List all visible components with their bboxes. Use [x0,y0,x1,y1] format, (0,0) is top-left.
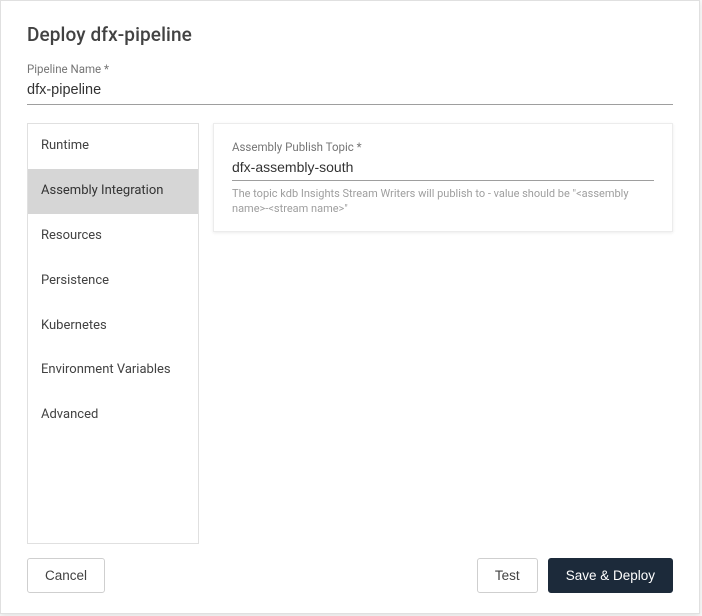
pipeline-name-input[interactable] [27,78,673,105]
assembly-publish-topic-help: The topic kdb Insights Stream Writers wi… [232,187,654,217]
deploy-dialog: Deploy dfx-pipeline Pipeline Name * Runt… [0,0,700,614]
tab-advanced[interactable]: Advanced [28,393,198,438]
dialog-footer: Cancel Test Save & Deploy [1,544,699,613]
footer-actions: Test Save & Deploy [477,558,673,593]
test-button[interactable]: Test [477,558,538,593]
tab-kubernetes[interactable]: Kubernetes [28,304,198,349]
settings-tabs: Runtime Assembly Integration Resources P… [27,123,199,544]
pipeline-name-field: Pipeline Name * [1,56,699,105]
tab-content: Assembly Publish Topic * The topic kdb I… [199,123,673,544]
tab-assembly-integration[interactable]: Assembly Integration [28,169,198,214]
dialog-title: Deploy dfx-pipeline [27,23,673,46]
pipeline-name-label: Pipeline Name * [27,62,673,76]
dialog-header: Deploy dfx-pipeline [1,1,699,56]
assembly-publish-topic-label: Assembly Publish Topic * [232,140,654,154]
save-deploy-button[interactable]: Save & Deploy [548,558,673,593]
tab-persistence[interactable]: Persistence [28,259,198,304]
assembly-publish-topic-card: Assembly Publish Topic * The topic kdb I… [213,123,673,232]
cancel-button[interactable]: Cancel [27,558,105,593]
assembly-publish-topic-input[interactable] [232,156,654,181]
tab-resources[interactable]: Resources [28,214,198,259]
dialog-body: Runtime Assembly Integration Resources P… [1,105,699,544]
tab-runtime[interactable]: Runtime [28,124,198,169]
tab-environment-variables[interactable]: Environment Variables [28,348,198,393]
